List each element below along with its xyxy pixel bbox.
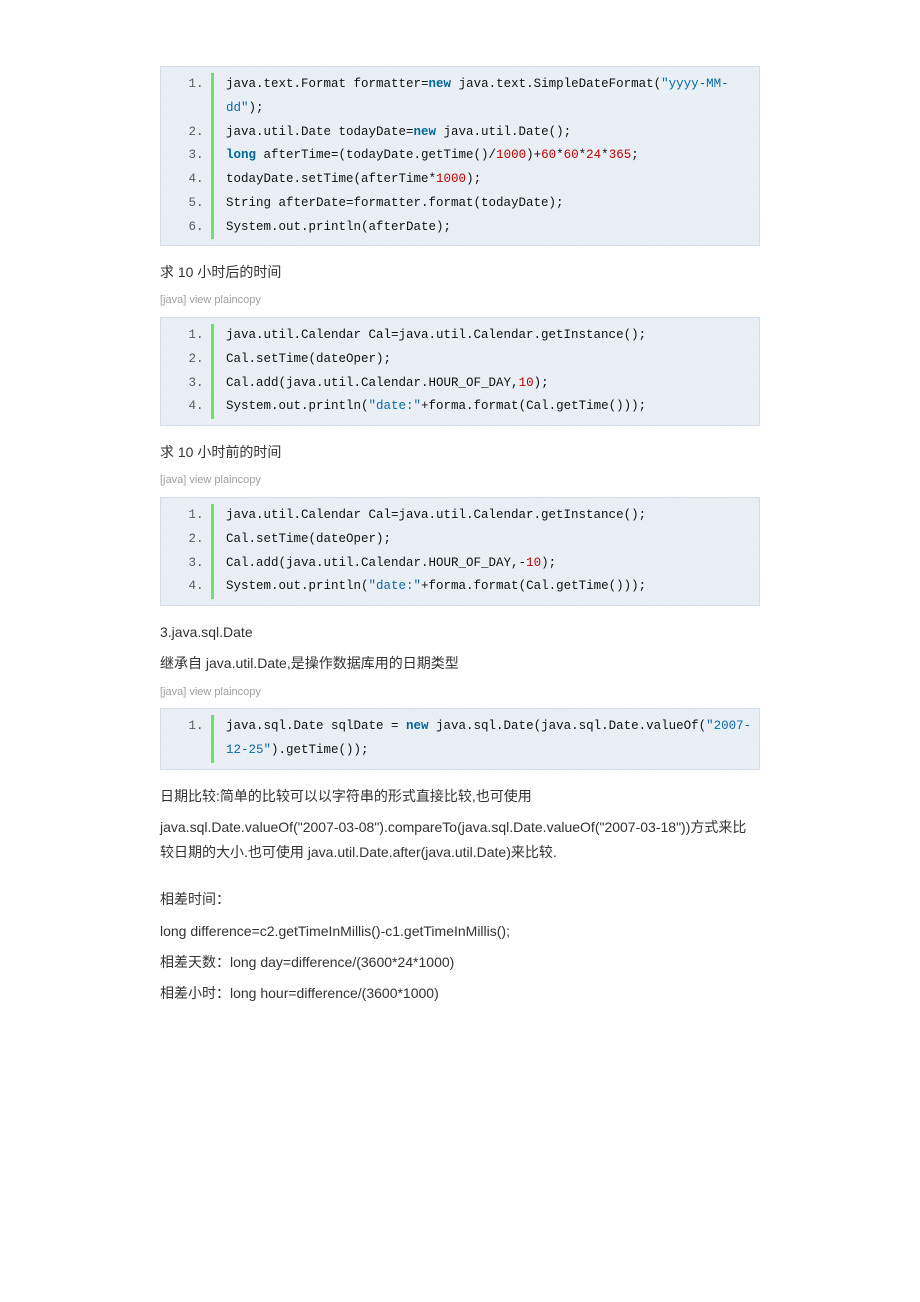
paragraph: 相差时间： xyxy=(160,887,760,912)
paragraph: 求 10 小时后的时间 xyxy=(160,260,760,285)
code-block-2: java.util.Calendar Cal=java.util.Calenda… xyxy=(160,317,760,426)
code-line: Cal.setTime(dateOper); xyxy=(211,528,759,552)
code-line: Cal.add(java.util.Calendar.HOUR_OF_DAY,-… xyxy=(211,552,759,576)
paragraph: 日期比较:简单的比较可以以字符串的形式直接比较,也可使用 xyxy=(160,784,760,809)
paragraph: 求 10 小时前的时间 xyxy=(160,440,760,465)
code-line: java.util.Date todayDate=new java.util.D… xyxy=(211,121,759,145)
paragraph: java.sql.Date.valueOf("2007-03-08").comp… xyxy=(160,815,760,865)
code-line: System.out.println(afterDate); xyxy=(211,216,759,240)
code-line: java.util.Calendar Cal=java.util.Calenda… xyxy=(211,504,759,528)
paragraph: 相差小时：long hour=difference/(3600*1000) xyxy=(160,981,760,1006)
document-content: java.text.Format formatter=new java.text… xyxy=(0,0,920,1072)
code-toolbar[interactable]: [java] view plaincopy xyxy=(160,291,760,311)
code-line: Cal.add(java.util.Calendar.HOUR_OF_DAY,1… xyxy=(211,372,759,396)
code-line: String afterDate=formatter.format(todayD… xyxy=(211,192,759,216)
code-line: Cal.setTime(dateOper); xyxy=(211,348,759,372)
code-line: java.text.Format formatter=new java.text… xyxy=(211,73,759,121)
code-toolbar[interactable]: [java] view plaincopy xyxy=(160,683,760,703)
paragraph: long difference=c2.getTimeInMillis()-c1.… xyxy=(160,919,760,944)
code-line: long afterTime=(todayDate.getTime()/1000… xyxy=(211,144,759,168)
code-line: System.out.println("date:"+forma.format(… xyxy=(211,575,759,599)
heading: 3.java.sql.Date xyxy=(160,620,760,645)
code-line: java.sql.Date sqlDate = new java.sql.Dat… xyxy=(211,715,759,763)
paragraph: 继承自 java.util.Date,是操作数据库用的日期类型 xyxy=(160,651,760,676)
paragraph: 相差天数：long day=difference/(3600*24*1000) xyxy=(160,950,760,975)
code-block-1: java.text.Format formatter=new java.text… xyxy=(160,66,760,246)
code-block-4: java.sql.Date sqlDate = new java.sql.Dat… xyxy=(160,708,760,770)
code-toolbar[interactable]: [java] view plaincopy xyxy=(160,471,760,491)
code-line: System.out.println("date:"+forma.format(… xyxy=(211,395,759,419)
code-block-3: java.util.Calendar Cal=java.util.Calenda… xyxy=(160,497,760,606)
code-line: java.util.Calendar Cal=java.util.Calenda… xyxy=(211,324,759,348)
code-line: todayDate.setTime(afterTime*1000); xyxy=(211,168,759,192)
